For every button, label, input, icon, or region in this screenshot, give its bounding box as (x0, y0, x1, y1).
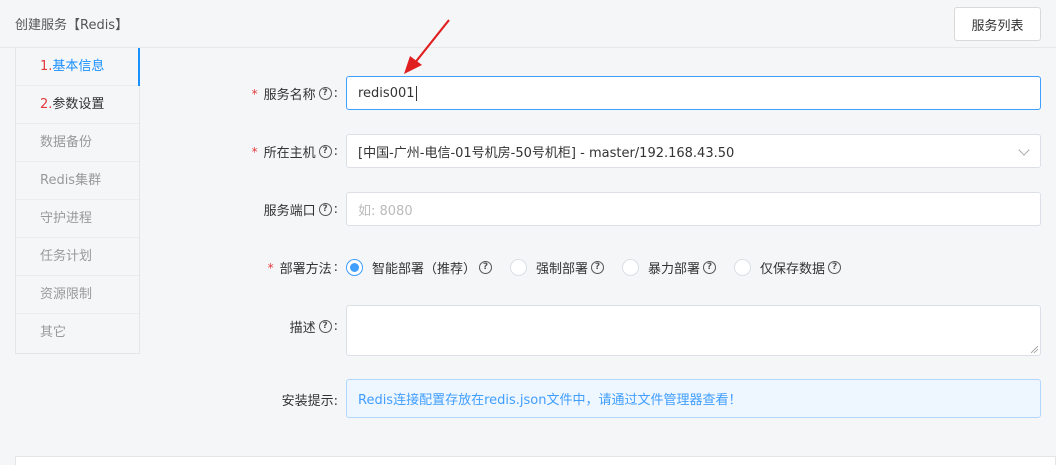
deploy-option-save-only[interactable]: 仅保存数据 ? (734, 258, 842, 277)
sidebar-item-cluster[interactable]: Redis集群 (16, 162, 139, 200)
required-mark: * (251, 86, 258, 101)
radio-checked-icon[interactable] (346, 259, 363, 276)
question-circle-icon[interactable]: ? (591, 261, 605, 274)
bottom-panel (15, 456, 1056, 465)
step-number: 2. (40, 97, 53, 112)
divider (0, 47, 1056, 48)
question-circle-icon[interactable]: ? (703, 261, 717, 274)
deploy-label: * 部署方法: (267, 260, 338, 277)
service-name-label: * 服务名称 ?: (251, 86, 338, 103)
sidebar-item-label: 资源限制 (40, 287, 93, 302)
port-placeholder: 如: 8080 (358, 203, 413, 219)
red-arrow-annotation (404, 19, 450, 74)
question-circle-icon[interactable]: ? (318, 87, 332, 100)
step-sidebar: 1.基本信息 2.参数设置 数据备份 Redis集群 守护进程 任务计划 资源限… (15, 48, 140, 354)
radio-icon[interactable] (622, 259, 640, 276)
sidebar-item-label: 其它 (40, 325, 67, 340)
text-cursor (415, 85, 417, 101)
question-circle-icon[interactable]: ? (318, 320, 332, 333)
install-hint-box: Redis连接配置存放在redis.json文件中，请通过文件管理器查看！ (346, 379, 1041, 418)
page-title: 创建服务【Redis】 (15, 18, 129, 33)
description-textarea[interactable] (346, 305, 1041, 356)
port-input[interactable]: 如: 8080 (346, 192, 1041, 226)
top-bar: 创建服务【Redis】 服务列表 (0, 0, 1056, 47)
sidebar-item-daemon[interactable]: 守护进程 (16, 200, 139, 238)
required-mark: * (267, 260, 274, 275)
description-label: 描述 ?: (289, 319, 338, 336)
required-mark: * (251, 144, 258, 159)
sidebar-item-label: 守护进程 (40, 211, 93, 226)
question-circle-icon[interactable]: ? (479, 261, 493, 274)
sidebar-item-other[interactable]: 其它 (16, 314, 139, 352)
host-label: * 所在主机 ?: (251, 144, 338, 161)
host-select[interactable]: [中国-广州-电信-01号机房-50号机柜] - master/192.168.… (346, 134, 1041, 168)
deploy-radio-group: 智能部署（推荐） ? 强制部署 ? 暴力部署 ? 仅保存数据 ? (346, 258, 859, 277)
sidebar-item-label: 数据备份 (40, 135, 93, 150)
service-list-button[interactable]: 服务列表 (954, 7, 1041, 41)
question-circle-icon[interactable]: ? (318, 145, 332, 158)
radio-icon[interactable] (510, 259, 528, 276)
sidebar-item-label: Redis集群 (40, 173, 102, 188)
port-label: 服务端口 ?: (263, 202, 338, 219)
question-circle-icon[interactable]: ? (318, 203, 332, 216)
service-name-input[interactable]: redis001 (346, 76, 1041, 110)
sidebar-item-backup[interactable]: 数据备份 (16, 124, 139, 162)
sidebar-item-label: 基本信息 (52, 59, 105, 74)
deploy-option-force[interactable]: 强制部署 ? (510, 258, 605, 277)
question-circle-icon[interactable]: ? (828, 261, 842, 274)
install-hint-label: 安装提示: (281, 394, 338, 409)
radio-icon[interactable] (734, 259, 752, 276)
sidebar-item-label: 参数设置 (52, 97, 105, 112)
sidebar-item-schedule[interactable]: 任务计划 (16, 238, 139, 276)
sidebar-item-basic-info[interactable]: 1.基本信息 (16, 48, 140, 86)
deploy-option-brute[interactable]: 暴力部署 ? (622, 258, 717, 277)
step-number: 1. (40, 59, 53, 74)
chevron-down-icon (1018, 144, 1030, 156)
resize-handle-icon[interactable] (1031, 346, 1038, 353)
sidebar-item-resource[interactable]: 资源限制 (16, 276, 139, 314)
deploy-option-smart[interactable]: 智能部署（推荐） ? (346, 258, 493, 277)
sidebar-item-label: 任务计划 (40, 249, 93, 264)
sidebar-item-params[interactable]: 2.参数设置 (16, 86, 139, 124)
